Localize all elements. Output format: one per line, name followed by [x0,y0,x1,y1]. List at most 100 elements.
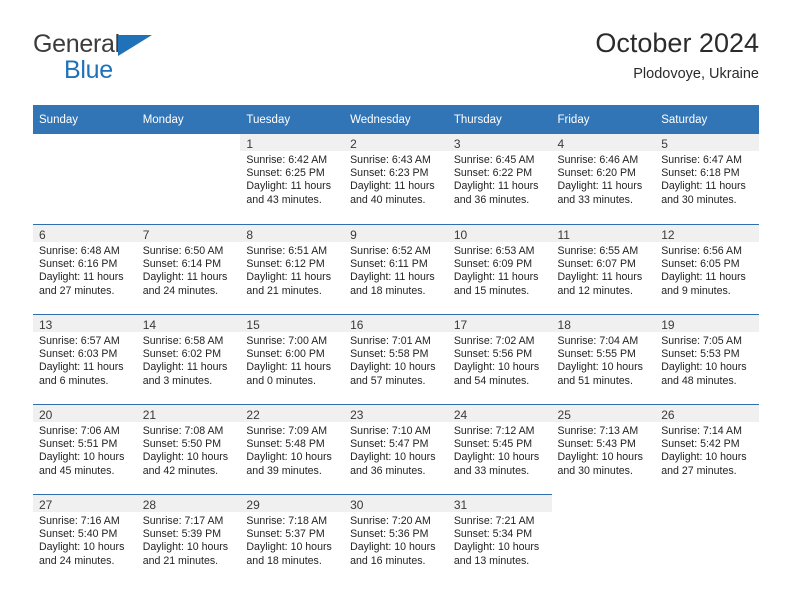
calendar-day-cell[interactable]: 6 Sunrise: 6:48 AM Sunset: 6:16 PM Daylight… [33,224,137,314]
calendar-day-cell[interactable]: 28 Sunrise: 7:17 AM Sunset: 5:39 PM Dayligh… [136,494,241,584]
day-number: 7 [142,228,150,242]
day-detail-line: Sunrise: 7:06 AM [39,425,120,437]
calendar-day-cell[interactable]: 15 Sunrise: 7:00 AM Sunset: 6:00 PM Dayligh… [240,314,345,404]
calendar-day-cell[interactable]: 3 Sunrise: 6:45 AM Sunset: 6:22 PM Daylight… [447,134,552,224]
calendar-day-cell[interactable]: 12 Sunrise: 6:56 AM Sunset: 6:05 PM Dayligh… [655,224,759,314]
day-cell-inner: 11 Sunrise: 6:55 AM Sunset: 6:07 PM Dayligh… [551,224,656,314]
day-number: 15 [246,318,260,332]
calendar-day-cell[interactable]: 8 Sunrise: 6:51 AM Sunset: 6:12 PM Daylight… [240,224,345,314]
calendar-day-cell[interactable]: 23 Sunrise: 7:10 AM Sunset: 5:47 PM Dayligh… [344,404,448,494]
logo-text-general: General [33,30,120,58]
day-details: Sunrise: 6:46 AM Sunset: 6:20 PM Daylight:… [552,151,656,207]
calendar-day-cell[interactable]: 25 Sunrise: 7:13 AM Sunset: 5:43 PM Dayligh… [551,404,656,494]
calendar-empty-cell [655,494,759,584]
calendar-day-cell[interactable]: 4 Sunrise: 6:46 AM Sunset: 6:20 PM Daylight… [551,134,656,224]
calendar-day-cell[interactable]: 20 Sunrise: 7:06 AM Sunset: 5:51 PM Dayligh… [33,404,137,494]
page-header: General Blue October 2024 Plodovoye, Ukr… [33,28,759,98]
day-cell-inner: 2 Sunrise: 6:43 AM Sunset: 6:23 PM Daylight… [344,134,448,224]
calendar-day-cell[interactable]: 11 Sunrise: 6:55 AM Sunset: 6:07 PM Dayligh… [551,224,656,314]
calendar-day-cell[interactable]: 7 Sunrise: 6:50 AM Sunset: 6:14 PM Daylight… [136,224,241,314]
day-number: 11 [557,228,570,242]
day-details: Sunrise: 6:45 AM Sunset: 6:22 PM Daylight:… [448,151,552,207]
day-number-band: 26 [655,405,759,422]
calendar-day-cell[interactable]: 24 Sunrise: 7:12 AM Sunset: 5:45 PM Dayligh… [447,404,552,494]
calendar-day-cell[interactable]: 1 Sunrise: 6:42 AM Sunset: 6:25 PM Daylight… [240,134,345,224]
day-number-band: 17 [447,315,552,332]
day-detail-line: Sunrise: 7:18 AM [246,515,328,527]
day-cell-inner: 14 Sunrise: 6:58 AM Sunset: 6:02 PM Dayligh… [136,314,241,404]
day-cell-inner: 25 Sunrise: 7:13 AM Sunset: 5:43 PM Dayligh… [551,404,656,494]
day-details: Sunrise: 7:13 AM Sunset: 5:43 PM Daylight:… [552,422,656,478]
day-cell-inner: 4 Sunrise: 6:46 AM Sunset: 6:20 PM Daylight… [551,134,656,224]
day-number: 26 [661,408,675,422]
weekday-header-friday: Friday [551,105,656,134]
day-detail-line: Daylight: 10 hours [246,451,332,464]
calendar-day-cell[interactable]: 26 Sunrise: 7:14 AM Sunset: 5:42 PM Dayligh… [655,404,759,494]
day-detail-line: and 24 minutes. [142,284,219,297]
day-detail-line: Sunrise: 6:46 AM [557,154,639,166]
day-detail-line: Sunset: 5:40 PM [39,528,118,541]
day-detail-line: Sunset: 6:22 PM [453,167,533,180]
day-number-band: 13 [33,315,137,332]
day-number: 9 [350,228,357,242]
day-detail-line: Daylight: 11 hours [661,180,746,193]
day-detail-line: Daylight: 10 hours [350,361,436,374]
calendar-day-cell[interactable]: 9 Sunrise: 6:52 AM Sunset: 6:11 PM Daylight… [344,224,448,314]
calendar-day-cell[interactable]: 2 Sunrise: 6:43 AM Sunset: 6:23 PM Daylight… [344,134,448,224]
general-blue-logo[interactable]: General Blue [33,32,233,92]
day-detail-line: Sunset: 5:42 PM [661,438,740,451]
day-number-band: 21 [136,405,241,422]
calendar-day-cell[interactable]: 5 Sunrise: 6:47 AM Sunset: 6:18 PM Daylight… [655,134,759,224]
day-details: Sunrise: 7:05 AM Sunset: 5:53 PM Daylight:… [655,332,759,388]
calendar-day-cell[interactable]: 21 Sunrise: 7:08 AM Sunset: 5:50 PM Dayligh… [136,404,241,494]
calendar-day-cell[interactable]: 18 Sunrise: 7:04 AM Sunset: 5:55 PM Dayligh… [551,314,656,404]
day-number-band: 2 [344,134,448,151]
day-detail-line: Sunrise: 6:55 AM [557,245,639,257]
day-detail-line: Sunset: 6:18 PM [661,167,740,180]
calendar-day-cell[interactable]: 14 Sunrise: 6:58 AM Sunset: 6:02 PM Dayligh… [136,314,241,404]
day-number: 30 [350,498,364,512]
day-detail-line: Sunrise: 6:57 AM [39,335,120,347]
calendar-day-cell[interactable]: 13 Sunrise: 6:57 AM Sunset: 6:03 PM Dayligh… [33,314,137,404]
calendar-day-cell[interactable]: 19 Sunrise: 7:05 AM Sunset: 5:53 PM Dayligh… [655,314,759,404]
calendar-day-cell[interactable]: 27 Sunrise: 7:16 AM Sunset: 5:40 PM Dayligh… [33,494,137,584]
day-cell-inner: 24 Sunrise: 7:12 AM Sunset: 5:45 PM Dayligh… [447,404,552,494]
page-subtitle: Plodovoye, Ukraine [633,65,759,82]
day-detail-line: Sunset: 6:07 PM [557,258,636,271]
day-details: Sunrise: 7:06 AM Sunset: 5:51 PM Daylight:… [33,422,137,478]
calendar-day-cell[interactable]: 16 Sunrise: 7:01 AM Sunset: 5:58 PM Dayligh… [344,314,448,404]
day-detail-line: Daylight: 10 hours [39,541,125,554]
calendar-day-cell[interactable]: 10 Sunrise: 6:53 AM Sunset: 6:09 PM Dayligh… [447,224,552,314]
calendar-week-row: 20 Sunrise: 7:06 AM Sunset: 5:51 PM Dayligh… [33,404,759,494]
day-detail-line: and 15 minutes. [453,284,530,297]
day-detail-line: Sunset: 5:51 PM [39,438,118,451]
day-cell-inner: 17 Sunrise: 7:02 AM Sunset: 5:56 PM Dayligh… [447,314,552,404]
day-detail-line: Sunrise: 7:21 AM [453,515,535,527]
day-detail-line: Sunset: 5:43 PM [557,438,636,451]
day-cell-inner: 1 Sunrise: 6:42 AM Sunset: 6:25 PM Daylight… [240,134,345,224]
day-number: 17 [453,318,468,332]
weekday-header-row: Sunday Monday Tuesday Wednesday Thursday… [33,105,759,134]
day-detail-line: Daylight: 11 hours [246,180,332,193]
day-cell-inner: 27 Sunrise: 7:16 AM Sunset: 5:40 PM Dayligh… [33,494,137,584]
calendar-day-cell[interactable]: 22 Sunrise: 7:09 AM Sunset: 5:48 PM Dayligh… [240,404,345,494]
day-detail-line: Sunset: 5:47 PM [350,438,429,451]
calendar-day-cell[interactable]: 17 Sunrise: 7:02 AM Sunset: 5:56 PM Dayligh… [447,314,552,404]
day-number-band: 15 [240,315,345,332]
day-detail-line: Daylight: 11 hours [350,271,435,284]
day-detail-line: and 36 minutes. [350,464,426,477]
day-cell-inner: 21 Sunrise: 7:08 AM Sunset: 5:50 PM Dayligh… [136,404,241,494]
day-detail-line: Sunrise: 6:43 AM [350,154,431,166]
day-details: Sunrise: 7:21 AM Sunset: 5:34 PM Daylight:… [448,512,552,568]
calendar-day-cell[interactable]: 29 Sunrise: 7:18 AM Sunset: 5:37 PM Dayligh… [240,494,345,584]
day-number: 2 [350,137,357,151]
calendar-empty-cell [137,134,241,224]
calendar-day-cell[interactable]: 31 Sunrise: 7:21 AM Sunset: 5:34 PM Dayligh… [447,494,552,584]
calendar-day-cell[interactable]: 30 Sunrise: 7:20 AM Sunset: 5:36 PM Dayligh… [344,494,448,584]
day-number-band: 8 [240,225,345,242]
day-detail-line: Daylight: 10 hours [557,361,643,374]
day-number-band: 27 [33,495,137,512]
day-cell-inner: 26 Sunrise: 7:14 AM Sunset: 5:42 PM Dayligh… [655,404,759,494]
day-detail-line: Sunset: 5:53 PM [661,348,740,361]
day-detail-line: Sunset: 6:03 PM [39,348,118,361]
